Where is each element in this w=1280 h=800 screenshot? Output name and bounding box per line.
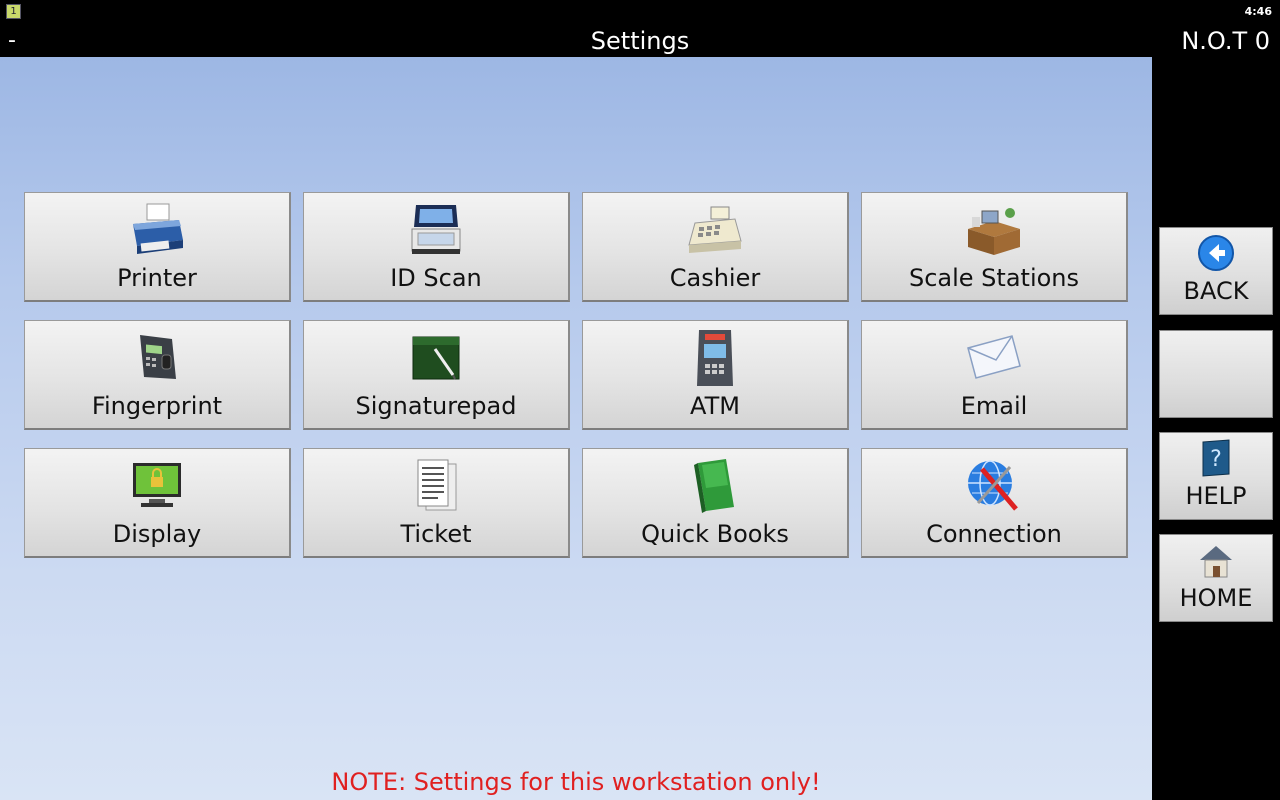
title-bar: - Settings N.O.T 0 bbox=[0, 24, 1280, 57]
home-button[interactable]: HOME bbox=[1159, 534, 1273, 622]
tile-label: Scale Stations bbox=[908, 264, 1080, 292]
display-button[interactable]: Display bbox=[24, 448, 291, 558]
not-counter: N.O.T 0 bbox=[1181, 27, 1270, 55]
status-time: 4:46 bbox=[1244, 5, 1272, 18]
scale-stations-button[interactable]: Scale Stations bbox=[861, 192, 1128, 302]
connection-button[interactable]: Connection bbox=[861, 448, 1128, 558]
atm-icon bbox=[583, 327, 847, 387]
atm-button[interactable]: ATM bbox=[582, 320, 849, 430]
email-button[interactable]: Email bbox=[861, 320, 1128, 430]
help-label: HELP bbox=[1185, 482, 1247, 510]
status-bar: 1 4:46 bbox=[0, 0, 1280, 24]
tile-label: Display bbox=[112, 520, 202, 548]
tile-label: Fingerprint bbox=[91, 392, 223, 420]
globe-tools-icon bbox=[862, 455, 1126, 515]
back-button[interactable]: BACK bbox=[1159, 227, 1273, 315]
tile-label: Cashier bbox=[669, 264, 761, 292]
help-button[interactable]: ? HELP bbox=[1159, 432, 1273, 520]
tile-label: Quick Books bbox=[641, 520, 789, 548]
workstation-desk-icon bbox=[862, 199, 1126, 259]
help-icon: ? bbox=[1160, 438, 1272, 478]
fingerprint-reader-icon bbox=[25, 327, 289, 387]
tile-label: Ticket bbox=[400, 520, 472, 548]
tile-label: Printer bbox=[117, 264, 197, 292]
cash-register-icon bbox=[583, 199, 847, 259]
printer-button[interactable]: Printer bbox=[24, 192, 291, 302]
home-label: HOME bbox=[1179, 584, 1253, 612]
printer-icon bbox=[25, 199, 289, 259]
document-icon bbox=[304, 455, 568, 515]
blank-side-button[interactable] bbox=[1159, 330, 1273, 418]
page-title: Settings bbox=[590, 27, 690, 55]
tile-label: ATM bbox=[690, 392, 740, 420]
back-arrow-icon bbox=[1160, 233, 1272, 273]
workstation-note: NOTE: Settings for this workstation only… bbox=[331, 768, 821, 796]
id-scan-button[interactable]: ID Scan bbox=[303, 192, 570, 302]
back-label: BACK bbox=[1183, 277, 1249, 305]
fingerprint-button[interactable]: Fingerprint bbox=[24, 320, 291, 430]
notification-icon: 1 bbox=[6, 4, 21, 19]
scanner-icon bbox=[304, 199, 568, 259]
side-nav: BACK ? HELP HOME bbox=[1152, 57, 1280, 800]
tile-label: Connection bbox=[926, 520, 1062, 548]
green-book-icon bbox=[583, 455, 847, 515]
tile-label: Signaturepad bbox=[355, 392, 517, 420]
cashier-button[interactable]: Cashier bbox=[582, 192, 849, 302]
home-icon bbox=[1160, 540, 1272, 580]
monitor-lock-icon bbox=[25, 455, 289, 515]
signaturepad-button[interactable]: Signaturepad bbox=[303, 320, 570, 430]
settings-panel: Printer ID Scan Cashier Scale Stations F… bbox=[0, 57, 1152, 800]
svg-text:?: ? bbox=[1210, 447, 1222, 472]
signature-pad-icon bbox=[304, 327, 568, 387]
quick-books-button[interactable]: Quick Books bbox=[582, 448, 849, 558]
envelope-icon bbox=[862, 327, 1126, 387]
tile-label: Email bbox=[960, 392, 1028, 420]
tile-label: ID Scan bbox=[390, 264, 482, 292]
ticket-button[interactable]: Ticket bbox=[303, 448, 570, 558]
